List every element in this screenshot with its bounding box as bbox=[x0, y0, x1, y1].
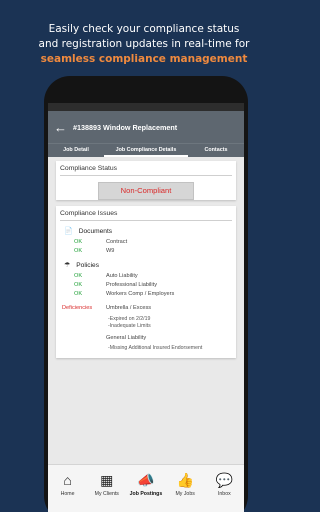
list-item: OK Professional Liability bbox=[56, 281, 236, 290]
promo-line-2: and registration updates in real-time fo… bbox=[38, 38, 250, 50]
policies-list: OK Auto Liability OK Professional Liabil… bbox=[56, 269, 236, 352]
compliance-status-card: Compliance Status Non-Compliant bbox=[56, 161, 236, 200]
item-label: Auto Liability bbox=[106, 273, 138, 279]
nav-job-postings[interactable]: 📣 Job Postings bbox=[127, 472, 165, 497]
promo-line-1: Easily check your compliance status bbox=[48, 23, 240, 35]
tab-bar: Job Detail Job Compliance Details Contac… bbox=[48, 143, 244, 157]
home-icon: ⌂ bbox=[63, 472, 72, 488]
item-label: General Liability bbox=[106, 335, 147, 341]
status-ok: OK bbox=[74, 273, 83, 279]
item-label: Workers Comp / Employers bbox=[106, 291, 175, 297]
nav-label: Job Postings bbox=[129, 491, 163, 497]
list-item: OK W9 bbox=[56, 247, 236, 256]
list-item: Deficiencies Umbrella / Excess bbox=[56, 304, 236, 313]
documents-list: OK Contract OK W9 bbox=[56, 235, 236, 256]
status-ok: OK bbox=[74, 239, 83, 245]
documents-title: Documents bbox=[78, 227, 113, 235]
document-icon: 📄 bbox=[64, 228, 73, 235]
nav-label: My Clients bbox=[94, 491, 119, 497]
item-label: Contract bbox=[106, 239, 128, 245]
umbrella-icon: ☂ bbox=[64, 262, 71, 269]
policies-section-title: ☂ Policies bbox=[56, 256, 236, 270]
deficiency-note: -Inadequate Limits bbox=[108, 323, 151, 329]
documents-section-title: 📄 Documents bbox=[56, 221, 236, 236]
megaphone-icon: 📣 bbox=[137, 472, 155, 488]
chat-icon: 💬 bbox=[215, 472, 234, 488]
compliance-status-badge: Non-Compliant bbox=[98, 182, 194, 200]
status-spacer bbox=[56, 334, 106, 343]
compliance-status-heading: Compliance Status bbox=[60, 165, 118, 172]
tab-job-detail[interactable]: Job Detail bbox=[48, 144, 104, 157]
status-ok: OK bbox=[74, 248, 83, 254]
promo-text: Easily check your compliance status and … bbox=[0, 22, 288, 67]
item-label: Professional Liability bbox=[106, 282, 157, 288]
status-deficiencies: Deficiencies bbox=[62, 305, 93, 311]
deficiency-note: -Expired on 2/2/19 bbox=[108, 316, 151, 322]
status-ok: OK bbox=[74, 291, 83, 297]
back-arrow-icon[interactable]: ← bbox=[54, 121, 67, 134]
nav-my-clients[interactable]: ▦ My Clients bbox=[88, 472, 126, 497]
tab-contacts[interactable]: Contacts bbox=[188, 144, 244, 157]
list-item: OK Contract bbox=[56, 238, 236, 247]
compliance-issues-heading: Compliance Issues bbox=[60, 210, 118, 217]
divider bbox=[60, 175, 232, 176]
item-label: Umbrella / Excess bbox=[106, 305, 152, 311]
list-item: OK Workers Comp / Employers bbox=[56, 290, 236, 299]
bottom-navigation: ⌂ Home ▦ My Clients 📣 Job Postings 👍 My … bbox=[48, 464, 244, 512]
nav-inbox[interactable]: 💬 Inbox bbox=[205, 472, 243, 497]
status-bar bbox=[48, 103, 244, 111]
item-label: W9 bbox=[106, 248, 115, 254]
app-bar: ← #138893 Window Replacement bbox=[48, 111, 244, 143]
building-icon: ▦ bbox=[100, 472, 114, 488]
list-item: General Liability bbox=[56, 334, 236, 343]
promo-line-3: seamless compliance management bbox=[40, 53, 248, 65]
list-item: OK Auto Liability bbox=[56, 272, 236, 281]
thumbs-up-icon: 👍 bbox=[176, 472, 194, 488]
nav-label: Inbox bbox=[217, 491, 231, 497]
page-title: #138893 Window Replacement bbox=[73, 122, 178, 132]
nav-my-jobs[interactable]: 👍 My Jobs bbox=[166, 472, 204, 497]
compliance-issues-card: Compliance Issues 📄 Documents OK Contrac… bbox=[56, 206, 236, 358]
policies-title: Policies bbox=[76, 261, 100, 269]
nav-home[interactable]: ⌂ Home bbox=[49, 472, 87, 497]
nav-label: My Jobs bbox=[175, 491, 195, 497]
status-ok: OK bbox=[74, 282, 83, 288]
app-screen: ← #138893 Window Replacement Job Detail … bbox=[48, 103, 244, 512]
nav-label: Home bbox=[60, 491, 75, 497]
tab-job-compliance-details[interactable]: Job Compliance Details bbox=[104, 144, 188, 157]
deficiency-note: -Missing Additional Insured Endorsement bbox=[108, 345, 203, 351]
